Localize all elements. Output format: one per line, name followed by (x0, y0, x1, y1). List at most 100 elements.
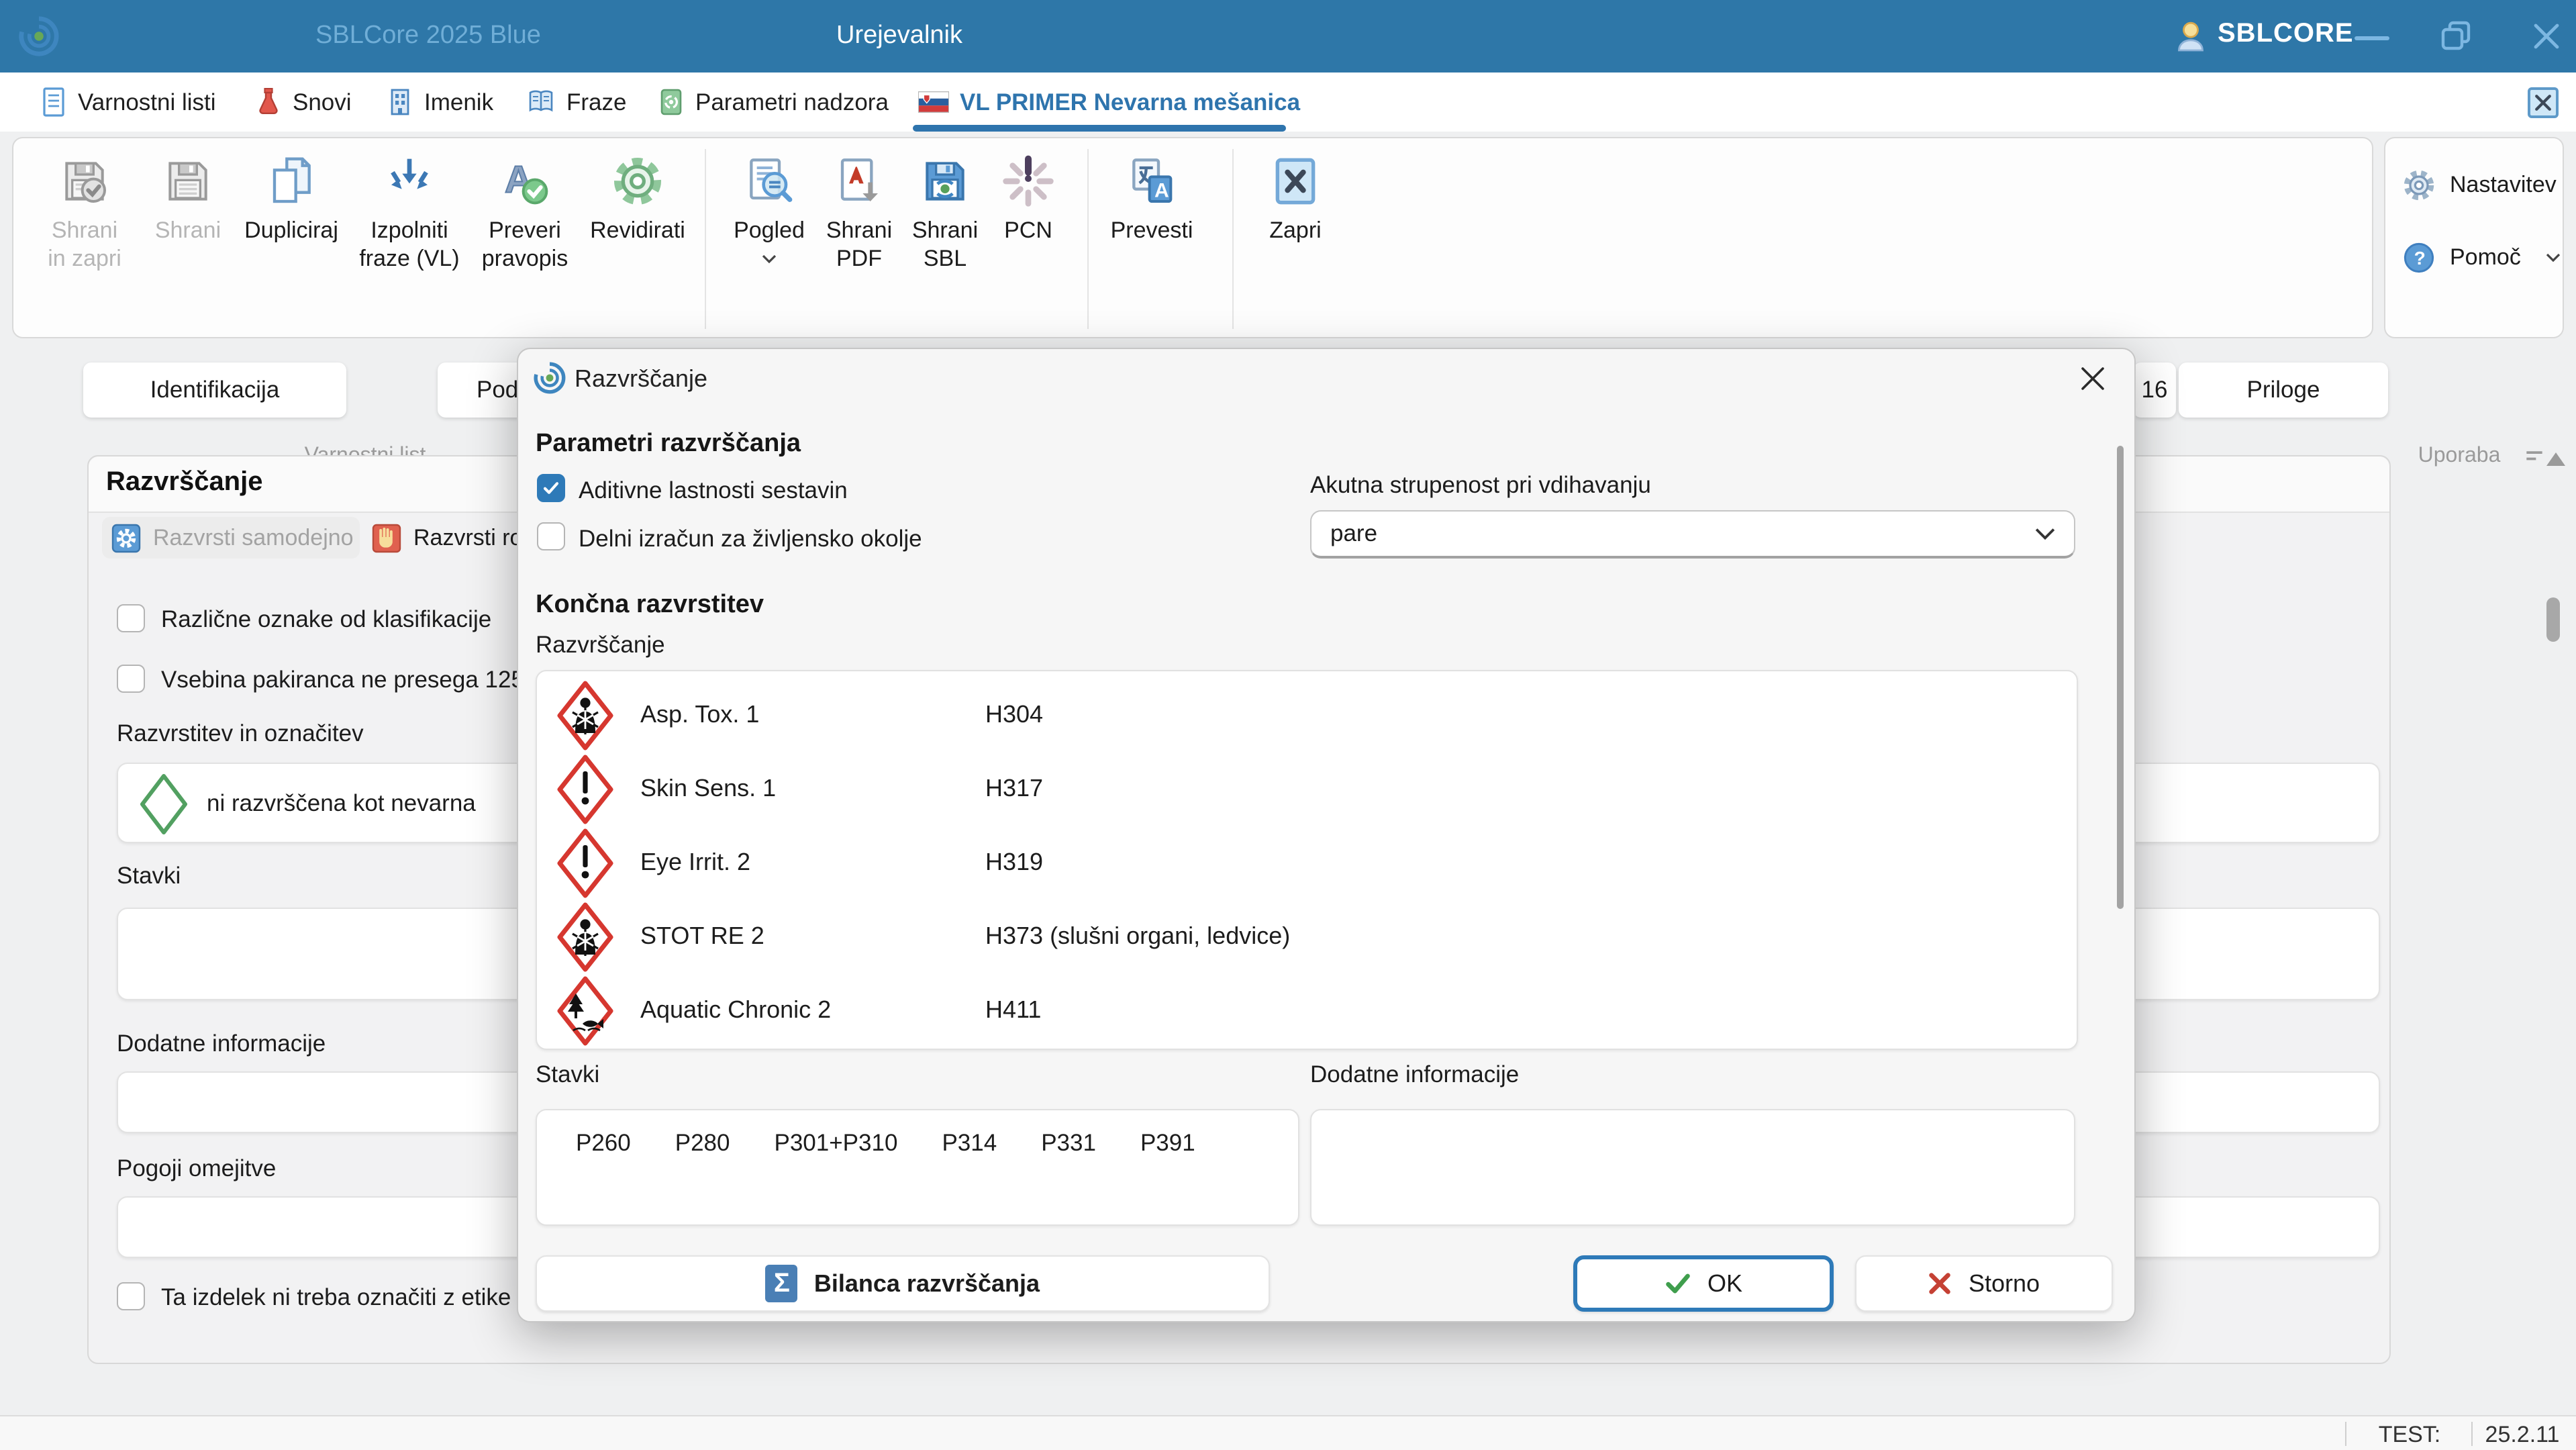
close-icon (2534, 94, 2552, 111)
ghs-health-hazard-pictogram (556, 679, 615, 751)
additive-checkbox[interactable] (537, 474, 565, 502)
document-list-icon (40, 87, 67, 117)
tab-imenik[interactable]: Imenik (387, 72, 493, 132)
sigma-icon: Σ (766, 1265, 798, 1302)
balance-button[interactable]: Σ Bilanca razvrščanja (536, 1255, 1270, 1312)
p-statement: P280 (675, 1129, 730, 1157)
additional-info-textarea[interactable] (1310, 1109, 2075, 1226)
acute-toxicity-select[interactable]: pare (1310, 510, 2075, 559)
classification-row[interactable]: Asp. Tox. 1 H304 (537, 678, 2077, 752)
tab-label: Parametri nadzora (695, 88, 889, 116)
building-icon (387, 87, 413, 117)
classification-list: Asp. Tox. 1 H304 Skin Sens. 1 H317 Eye (536, 670, 2078, 1050)
pcn-button[interactable]: PCN (988, 146, 1069, 297)
save-and-close-button[interactable]: Shrani in zapri (42, 146, 128, 297)
p-statement: P260 (576, 1129, 631, 1157)
slovenia-flag-icon (918, 91, 949, 113)
settings-button[interactable]: Nastavitev (2401, 168, 2557, 203)
flask-icon (255, 87, 282, 117)
classify-auto-button[interactable]: Razvrsti samodejno (102, 517, 360, 559)
save-button[interactable]: Shrani (145, 146, 231, 297)
tab-label: Snovi (293, 88, 352, 116)
app-title: SBLCore 2025 Blue (315, 21, 541, 51)
classification-and-labelling-label: Razvrstitev in označitev (117, 720, 364, 748)
fill-phrases-button[interactable]: Izpolniti fraze (VL) (348, 146, 471, 297)
dialog-launcher-icon[interactable] (2525, 448, 2544, 465)
chevron-down-icon (2545, 252, 2561, 263)
minimize-button[interactable] (2355, 36, 2389, 40)
revise-button[interactable]: Revidirati (579, 146, 697, 297)
not-classified-label: ni razvrščena kot nevarna (207, 789, 476, 818)
environment-badge: TEST: SBL (2356, 1422, 2463, 1450)
ok-button[interactable]: OK (1573, 1255, 1834, 1312)
active-tab-underline (913, 125, 1286, 132)
group-label-uporaba: Uporaba (2385, 444, 2533, 469)
classification-row[interactable]: Skin Sens. 1 H317 (537, 752, 2077, 826)
section-title: Razvrščanje (106, 467, 263, 498)
classification-dialog: Razvrščanje Parametri razvrščanja Aditiv… (517, 348, 2136, 1322)
partial-calc-checkbox[interactable] (537, 522, 565, 550)
page-tab-16[interactable]: 16 (2133, 362, 2176, 418)
dialog-scrollbar-thumb[interactable] (2117, 446, 2124, 909)
help-button[interactable]: ? Pomoč (2401, 240, 2561, 275)
status-separator (2345, 1422, 2346, 1446)
spellcheck-button[interactable]: A Preveri pravopis (468, 146, 581, 297)
conditions-label: Pogoji omejitve (117, 1155, 276, 1183)
params-heading: Parametri razvrščanja (536, 430, 801, 459)
different-labels-label: Različne oznake od klasifikacije (161, 606, 491, 634)
save-pdf-button[interactable]: Shrani PDF (813, 146, 905, 297)
spellcheck-icon: A (498, 146, 552, 208)
tab-varnostni-listi[interactable]: Varnostni listi (40, 72, 216, 132)
classification-row[interactable]: STOT RE 2 H373 (slušni organi, ledvice) (537, 900, 2077, 973)
group-divider (1232, 149, 1234, 329)
no-label-label: Ta izdelek ni treba označiti z etike (161, 1284, 511, 1312)
classification-row[interactable]: Eye Irrit. 2 H319 (537, 826, 2077, 900)
close-editor-button[interactable]: Zapri (1248, 146, 1342, 297)
acute-toxicity-label: Akutna strupenost pri vdihavanju (1310, 471, 1651, 499)
translate-button[interactable]: A Prevesti (1098, 146, 1205, 297)
app-logo-icon (16, 13, 62, 59)
sbl-floppy-icon (918, 146, 972, 208)
page-tab-identifikacija[interactable]: Identifikacija (83, 362, 346, 418)
restore-button[interactable] (2440, 20, 2473, 52)
svg-text:?: ? (2414, 248, 2426, 269)
page-tab-priloge[interactable]: Priloge (2179, 362, 2388, 418)
view-button[interactable]: Pogled (722, 146, 816, 297)
packaging-label: Vsebina pakiranca ne presega 125 (161, 666, 524, 694)
check-green-icon (1665, 1271, 1691, 1296)
packaging-checkbox[interactable] (117, 665, 145, 693)
dialog-stavki-label: Stavki (536, 1061, 599, 1089)
tab-label: VL PRIMER Nevarna mešanica (960, 88, 1300, 116)
preview-icon (742, 146, 796, 208)
no-label-checkbox[interactable] (117, 1282, 145, 1310)
save-sbl-button[interactable]: Shrani SBL (899, 146, 991, 297)
additive-label: Aditivne lastnosti sestavin (579, 477, 848, 505)
tab-vl-primer-active[interactable]: VL PRIMER Nevarna mešanica (918, 72, 1300, 132)
version-label: 25.2.11 (2479, 1422, 2565, 1449)
close-tab-button[interactable] (2528, 87, 2559, 118)
tab-parametri-nadzora[interactable]: Parametri nadzora (658, 72, 889, 132)
duplicate-icon (264, 146, 318, 208)
close-window-button[interactable] (2532, 21, 2561, 51)
tab-fraze[interactable]: Fraze (526, 72, 626, 132)
account-label[interactable]: SBLCORE (2218, 19, 2354, 50)
p-statement: P301+P310 (775, 1129, 898, 1157)
stavki-panel[interactable]: P260 P280 P301+P310 P314 P331 P391 (536, 1109, 1299, 1226)
app-window: SBLCore 2025 Blue Urejevalnik SBLCORE Va… (0, 0, 2576, 1450)
tab-snovi[interactable]: Snovi (255, 72, 352, 132)
dialog-close-button[interactable] (2079, 365, 2106, 392)
classification-list-label: Razvrščanje (536, 631, 665, 659)
window-title: Urejevalnik (819, 21, 980, 51)
dialog-additional-label: Dodatne informacije (1310, 1061, 1519, 1089)
scroll-up-arrow[interactable] (2546, 452, 2565, 466)
classification-row[interactable]: Aquatic Chronic 2 H411 (537, 973, 2077, 1047)
ghs-exclamation-pictogram (556, 826, 615, 899)
chevron-down-icon (761, 253, 777, 264)
cancel-button[interactable]: Storno (1855, 1255, 2113, 1312)
classify-manual-button[interactable]: Razvrsti ro (372, 517, 522, 559)
auto-gear-icon (111, 523, 141, 552)
different-labels-checkbox[interactable] (117, 604, 145, 632)
main-scrollbar-thumb[interactable] (2546, 597, 2560, 642)
duplicate-button[interactable]: Dupliciraj (231, 146, 352, 297)
ghs-exclamation-pictogram (556, 753, 615, 825)
